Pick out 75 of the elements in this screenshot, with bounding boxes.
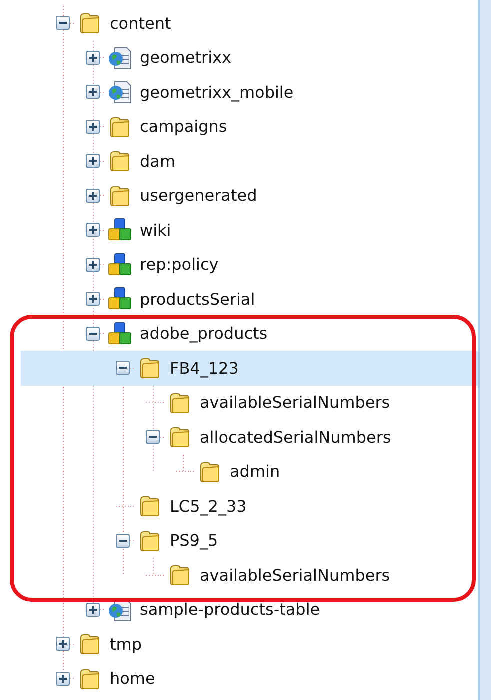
expand-icon[interactable] <box>56 637 70 652</box>
node-label: home <box>110 669 156 688</box>
node-label: usergenerated <box>140 186 258 206</box>
cubes-icon <box>108 218 132 242</box>
web-page-icon <box>108 80 132 104</box>
expand-icon[interactable] <box>56 672 70 686</box>
node-label: allocatedSerialNumbers <box>200 428 392 447</box>
tree-row[interactable]: LC5_2_33 <box>21 489 478 524</box>
tree-row[interactable]: admin <box>21 454 478 489</box>
folder-icon <box>168 563 192 588</box>
collapse-icon[interactable] <box>146 430 160 444</box>
node-label: adobe_products <box>140 324 268 344</box>
folder-icon <box>108 184 132 208</box>
node-label: rep:policy <box>140 255 219 274</box>
collapse-icon[interactable] <box>86 326 100 341</box>
tree-row[interactable]: availableSerialNumbers <box>21 386 478 420</box>
tree-row[interactable]: dam <box>21 144 478 178</box>
tree-row[interactable]: home <box>21 662 478 696</box>
node-label: availableSerialNumbers <box>200 566 390 585</box>
tree-row[interactable]: geometrixx_mobile <box>21 75 478 110</box>
node-label: wiki <box>140 220 172 240</box>
folder-icon <box>138 356 162 380</box>
node-label: FB4_123 <box>170 358 239 378</box>
expand-icon[interactable] <box>86 120 100 134</box>
node-label: sample-products-table <box>140 600 320 620</box>
node-label: content <box>110 14 172 33</box>
collapse-icon[interactable] <box>116 534 130 548</box>
node-label: admin <box>230 462 280 482</box>
folder-icon <box>78 632 102 656</box>
folder-icon <box>138 494 162 518</box>
expand-icon[interactable] <box>86 223 100 238</box>
expand-icon[interactable] <box>86 258 100 272</box>
folder-icon <box>198 460 222 484</box>
expand-icon[interactable] <box>86 188 100 203</box>
node-label: availableSerialNumbers <box>200 393 390 412</box>
node-label: geometrixx_mobile <box>140 82 294 102</box>
folder-icon <box>108 149 132 174</box>
node-label: PS9_5 <box>170 531 218 550</box>
node-label: productsSerial <box>140 290 256 309</box>
folder-icon <box>168 425 192 450</box>
collapse-icon[interactable] <box>116 361 130 376</box>
cubes-icon <box>108 322 132 346</box>
collapse-icon[interactable] <box>56 16 70 30</box>
node-label: campaigns <box>140 117 228 136</box>
tree-row[interactable]: sample-products-table <box>21 592 478 627</box>
tree-row[interactable]: rep:policy <box>21 248 478 282</box>
tree-row[interactable]: FB4_123 <box>21 351 478 386</box>
tree-row[interactable]: adobe_products <box>21 316 478 351</box>
folder-icon <box>78 11 102 36</box>
folder-icon <box>168 390 192 415</box>
tree-row[interactable]: content <box>21 6 478 40</box>
tree-row[interactable]: allocatedSerialNumbers <box>21 420 478 454</box>
expand-icon[interactable] <box>86 292 100 306</box>
tree-row[interactable]: campaigns <box>21 110 478 144</box>
node-label: LC5_2_33 <box>170 496 247 516</box>
node-label: tmp <box>110 634 142 654</box>
folder-icon <box>108 114 132 139</box>
expand-icon[interactable] <box>86 50 100 65</box>
tree-row[interactable]: usergenerated <box>21 178 478 213</box>
web-page-icon <box>108 46 132 70</box>
expand-icon[interactable] <box>86 602 100 617</box>
tree-row[interactable]: tmp <box>21 627 478 662</box>
tree-row[interactable]: wiki <box>21 213 478 248</box>
folder-icon <box>78 666 102 691</box>
tree-row[interactable]: PS9_5 <box>21 524 478 558</box>
expand-icon[interactable] <box>86 85 100 100</box>
expand-icon[interactable] <box>86 154 100 168</box>
node-label: dam <box>140 152 176 171</box>
cubes-icon <box>108 287 132 312</box>
cubes-icon <box>108 252 132 277</box>
tree-row[interactable]: productsSerial <box>21 282 478 316</box>
tree-row[interactable]: availableSerialNumbers <box>21 558 478 592</box>
tree-row[interactable]: geometrixx <box>21 40 478 75</box>
node-label: geometrixx <box>140 48 232 68</box>
folder-icon <box>138 528 162 553</box>
